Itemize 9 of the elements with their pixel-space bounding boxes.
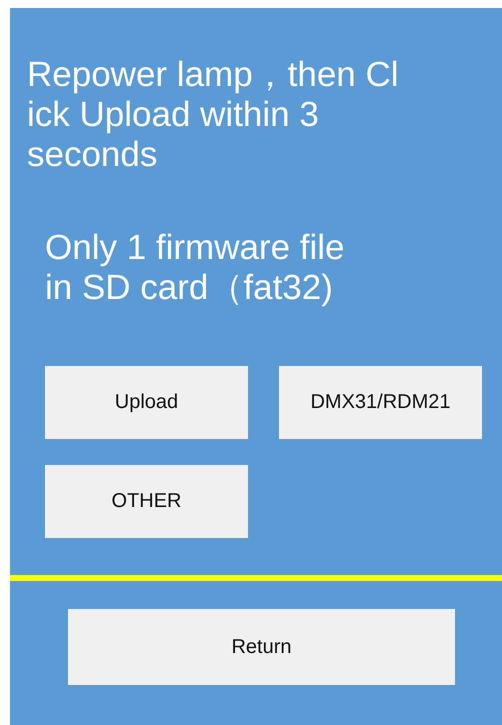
instruction-text: seconds [27, 135, 158, 175]
instruction-text: Repower lamp，then Cl [27, 55, 400, 95]
return-button[interactable]: Return [68, 609, 455, 685]
note-text: Only 1 firmware file [45, 228, 346, 268]
action-button[interactable]: OTHER [45, 465, 248, 538]
action-button[interactable]: DMX31/RDM21 [279, 366, 482, 439]
instruction-text: ick Upload within 3 [27, 95, 320, 135]
action-button[interactable]: Upload [45, 366, 248, 439]
note-text: in SD card（fat32) [45, 268, 334, 308]
